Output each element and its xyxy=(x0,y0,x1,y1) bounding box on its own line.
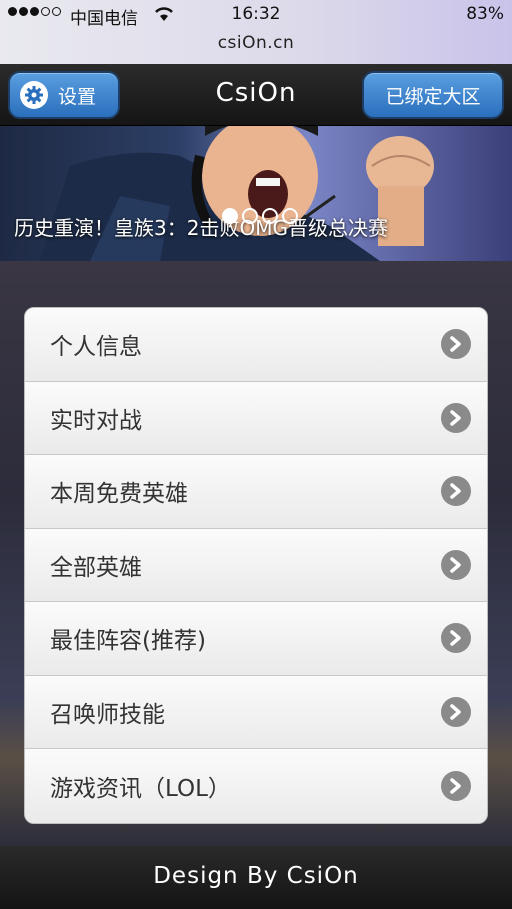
carousel-dot[interactable] xyxy=(282,208,298,224)
chevron-right-icon xyxy=(441,329,471,360)
menu-item-label: 全部英雄 xyxy=(50,554,142,581)
status-time: 16:32 xyxy=(231,4,281,24)
menu-item-live-match[interactable]: 实时对战 xyxy=(25,381,487,455)
menu-item-game-news[interactable]: 游戏资讯（LOL） xyxy=(25,749,487,823)
menu-item-summoner-spells[interactable]: 召唤师技能 xyxy=(25,675,487,749)
carousel-dot-active[interactable] xyxy=(222,208,238,224)
main-menu: 个人信息 实时对战 本周免费英雄 全部英雄 最佳阵容(推荐) 召唤师技能 游戏资… xyxy=(24,307,488,824)
chevron-right-icon xyxy=(441,549,471,580)
menu-item-best-lineup[interactable]: 最佳阵容(推荐) xyxy=(25,602,487,676)
battery-level: 83% xyxy=(466,4,504,24)
chevron-right-icon xyxy=(441,402,471,433)
carousel-dot[interactable] xyxy=(242,208,258,224)
menu-item-weekly-free-heroes[interactable]: 本周免费英雄 xyxy=(25,455,487,529)
menu-item-label: 个人信息 xyxy=(50,334,142,361)
menu-item-personal-info[interactable]: 个人信息 xyxy=(25,308,487,382)
chevron-right-icon xyxy=(441,476,471,507)
menu-item-label: 召唤师技能 xyxy=(50,701,165,728)
menu-item-label: 本周免费英雄 xyxy=(50,481,188,508)
chevron-right-icon xyxy=(441,623,471,654)
menu-item-label: 实时对战 xyxy=(50,407,142,434)
footer: Design By CsiOn xyxy=(0,846,512,909)
news-banner[interactable]: 历史重演！皇族3：2击败OMG晋级总决赛 xyxy=(0,126,512,261)
chevron-right-icon xyxy=(441,696,471,727)
menu-item-label: 最佳阵容(推荐) xyxy=(50,628,206,655)
carousel-indicator xyxy=(222,208,298,224)
banner-headline[interactable]: 历史重演！皇族3：2击败OMG晋级总决赛 xyxy=(14,212,388,241)
url-bar[interactable]: csiOn.cn xyxy=(0,33,512,53)
bound-region-button[interactable]: 已绑定大区 xyxy=(362,71,504,119)
menu-item-label: 游戏资讯（LOL） xyxy=(50,775,231,802)
carousel-dot[interactable] xyxy=(262,208,278,224)
menu-item-all-heroes[interactable]: 全部英雄 xyxy=(25,528,487,602)
top-navbar: 设置 CsiOn 已绑定大区 xyxy=(0,64,512,126)
chevron-right-icon xyxy=(441,770,471,801)
status-bar: 中国电信 16:32 83% csiOn.cn xyxy=(0,0,512,64)
